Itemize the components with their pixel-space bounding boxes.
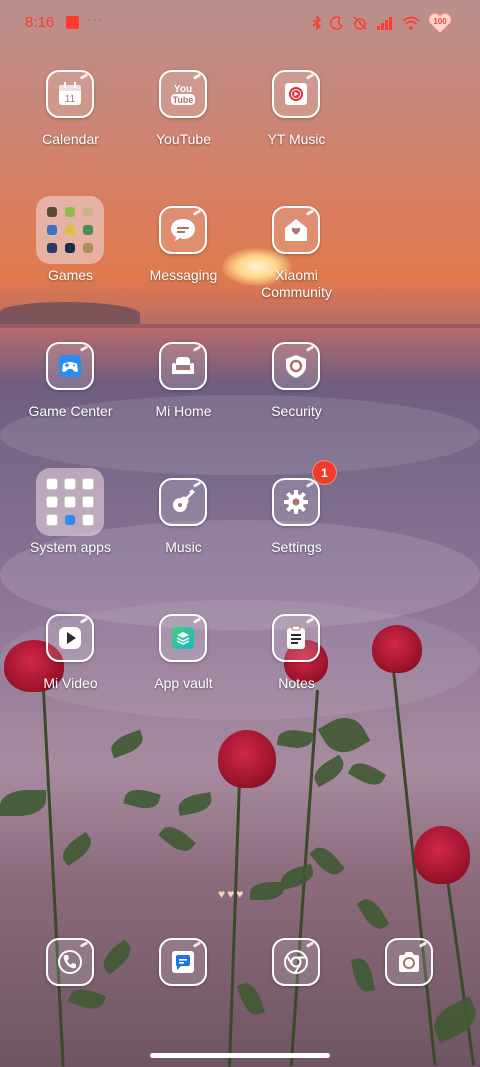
leaf xyxy=(123,785,161,813)
gear-icon xyxy=(272,478,320,526)
app-label: YT Music xyxy=(267,131,326,147)
signal-icon xyxy=(377,17,392,30)
rose-stem xyxy=(42,689,65,1067)
app-label: Security xyxy=(271,403,322,419)
app-label: Games xyxy=(47,267,94,283)
play-icon xyxy=(46,614,94,662)
leaf xyxy=(278,863,316,891)
app-label: YouTube xyxy=(155,131,211,147)
svg-text:You: You xyxy=(174,84,192,95)
leaf xyxy=(309,754,349,788)
rose xyxy=(218,730,276,788)
leaf xyxy=(107,729,147,759)
alarm-icon xyxy=(353,16,367,30)
battery-indicator: 100 xyxy=(428,12,452,34)
status-time: 8:16 xyxy=(25,14,55,31)
app-label: Music xyxy=(165,539,202,555)
status-icons: 100 xyxy=(312,12,452,34)
chrome-icon xyxy=(272,938,320,986)
leaf xyxy=(176,792,214,816)
leaf xyxy=(276,727,314,751)
app-label: Calendar xyxy=(42,131,99,147)
leaf xyxy=(158,821,196,857)
rose xyxy=(414,826,470,884)
layers-icon xyxy=(159,614,207,662)
app-label: Settings xyxy=(271,539,322,555)
svg-text:Tube: Tube xyxy=(173,95,194,105)
folder-icon xyxy=(36,196,104,264)
leaf xyxy=(0,790,46,816)
leaf xyxy=(427,996,480,1044)
leaf xyxy=(309,842,345,880)
app-label: System apps xyxy=(30,539,111,555)
leaf xyxy=(67,984,107,1014)
rose xyxy=(372,625,422,673)
moon-icon xyxy=(330,16,344,30)
home-gesture-bar[interactable] xyxy=(150,1053,330,1058)
app-label: Notes xyxy=(278,675,315,691)
leaf xyxy=(356,894,390,934)
app-label: Mi Home xyxy=(155,403,212,419)
community-icon xyxy=(272,206,320,254)
app-label: App vault xyxy=(154,675,213,691)
screen-record-icon xyxy=(66,16,79,29)
wifi-icon xyxy=(402,16,420,30)
app-label: Mi Video xyxy=(43,675,98,691)
camera-icon xyxy=(385,938,433,986)
horizon-line xyxy=(0,324,480,328)
app-label: Messaging xyxy=(149,267,218,283)
battery-level: 100 xyxy=(433,17,447,26)
leaf xyxy=(347,757,387,791)
guitar-icon xyxy=(159,478,207,526)
chat-icon xyxy=(159,938,207,986)
yt-music-icon xyxy=(272,70,320,118)
bluetooth-icon xyxy=(312,16,322,30)
calendar-icon: 11 xyxy=(46,70,94,118)
sofa-icon xyxy=(159,342,207,390)
folder-icon xyxy=(36,468,104,536)
app-label: Xiaomi Community xyxy=(261,267,332,300)
leaf xyxy=(317,709,371,761)
more-notifications-icon: ··· xyxy=(87,12,103,27)
leaf xyxy=(98,939,136,975)
svg-text:11: 11 xyxy=(65,94,76,105)
status-bar: 8:16 ··· 100 xyxy=(0,0,480,48)
phone-icon xyxy=(46,938,94,986)
leaf xyxy=(236,979,266,1019)
leaf xyxy=(351,956,375,994)
app-label: Game Center xyxy=(28,403,113,419)
gamepad-icon xyxy=(46,342,94,390)
shield-icon xyxy=(272,342,320,390)
distant-island xyxy=(0,302,140,324)
rose-stem xyxy=(227,779,241,1067)
youtube-icon: You Tube xyxy=(159,70,207,118)
leaf xyxy=(57,831,97,867)
notification-badge: 1 xyxy=(312,460,337,485)
notes-icon xyxy=(272,614,320,662)
leaf xyxy=(250,882,284,900)
message-icon xyxy=(159,206,207,254)
page-indicator-hearts: ♥♥♥ xyxy=(218,887,246,901)
